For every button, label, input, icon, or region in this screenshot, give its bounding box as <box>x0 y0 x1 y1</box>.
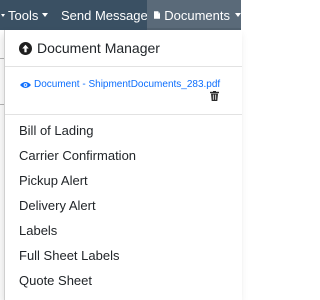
caret-down-icon <box>235 13 241 17</box>
send-message-label: Send Message <box>61 7 148 23</box>
document-link-label: Document - ShipmentDocuments_283.pdf <box>34 79 221 90</box>
divider <box>5 66 242 67</box>
menu-item-pickup-alert[interactable]: Pickup Alert <box>19 173 88 188</box>
toolbar: Tools Send Message Documents <box>0 0 241 30</box>
menu-item-carrier-confirmation[interactable]: Carrier Confirmation <box>19 148 136 163</box>
send-message-button[interactable]: Send Message <box>55 0 148 30</box>
menu-item-delivery-alert[interactable]: Delivery Alert <box>19 198 96 213</box>
arrow-circle-up-icon <box>19 41 32 55</box>
document-manager-label: Document Manager <box>37 40 160 56</box>
file-icon <box>154 11 161 19</box>
documents-button[interactable]: Documents <box>147 0 241 30</box>
document-manager-item[interactable]: Document Manager <box>19 40 160 56</box>
caret-down-icon <box>42 13 49 17</box>
caret-down-icon <box>1 13 5 17</box>
menu-item-quote-sheet[interactable]: Quote Sheet <box>19 273 92 288</box>
tools-button[interactable]: Tools <box>0 0 49 30</box>
menu-item-bill-of-lading[interactable]: Bill of Lading <box>19 123 93 138</box>
documents-dropdown-menu: Document Manager Document - ShipmentDocu… <box>4 30 242 300</box>
divider <box>5 114 242 115</box>
menu-item-full-sheet-labels[interactable]: Full Sheet Labels <box>19 248 119 263</box>
documents-label: Documents <box>164 7 230 23</box>
tools-label: Tools <box>8 7 39 23</box>
menu-item-labels[interactable]: Labels <box>19 223 57 238</box>
document-link[interactable]: Document - ShipmentDocuments_283.pdf <box>20 79 220 90</box>
trash-icon[interactable] <box>210 91 219 101</box>
eye-icon <box>20 81 31 88</box>
